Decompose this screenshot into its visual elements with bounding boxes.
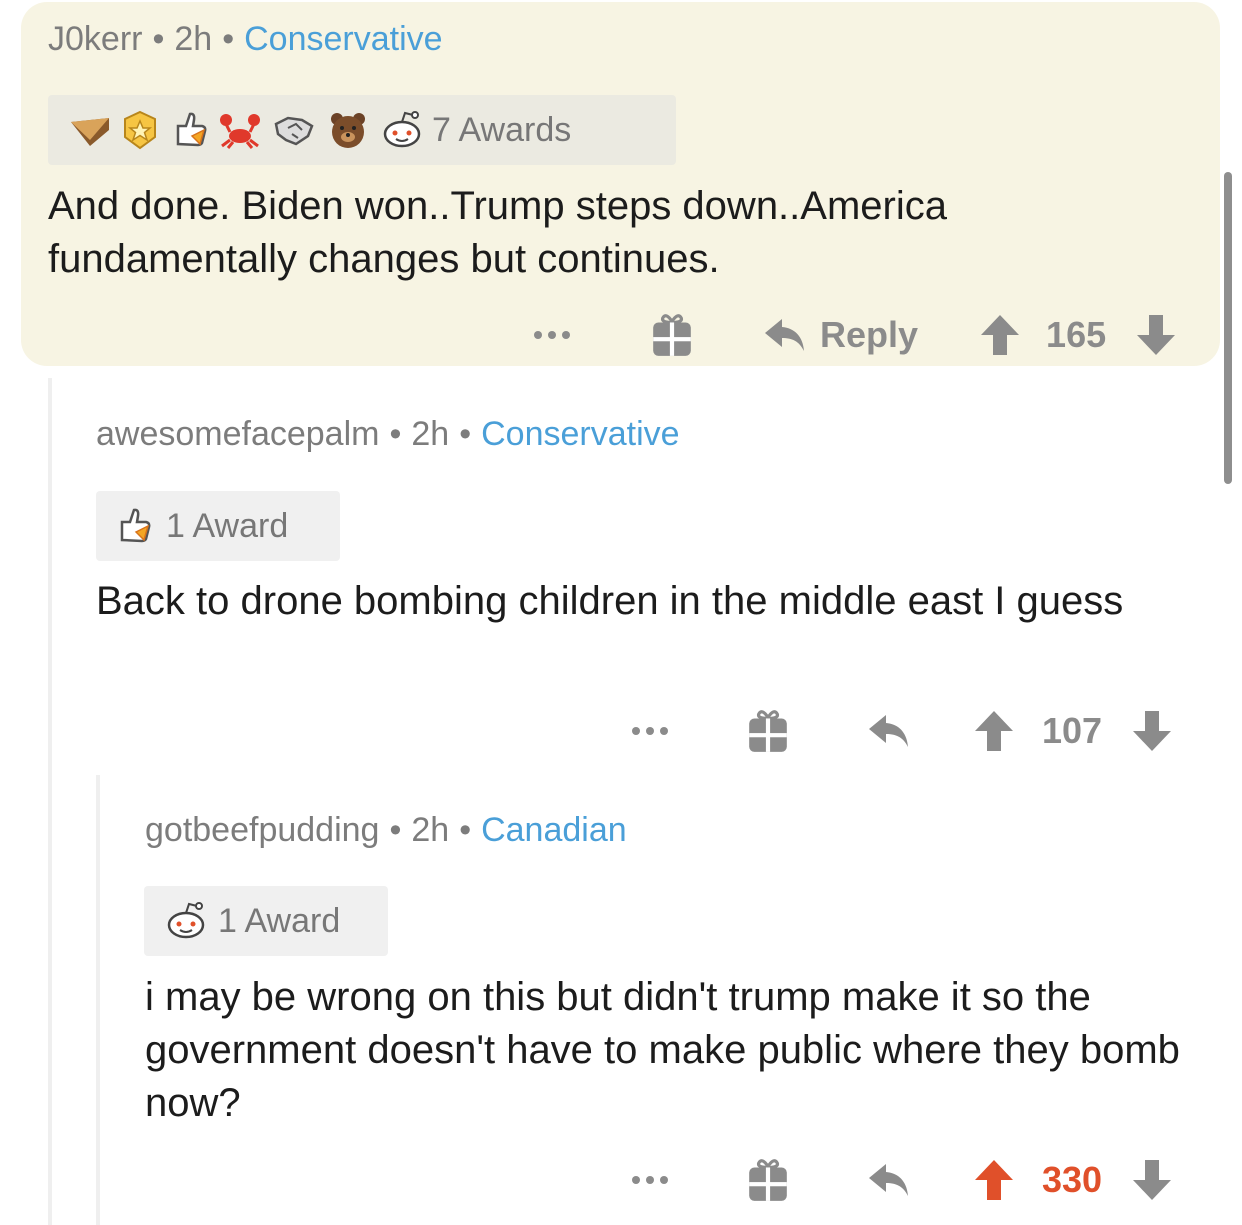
snoo-award-icon — [380, 110, 428, 150]
comment-1-actions: Reply 165 — [532, 310, 1176, 360]
comment-2-body: Back to drone bombing children in the mi… — [96, 579, 1124, 623]
comment-1-meta: J0kerr • 2h • Conservative — [48, 20, 443, 58]
comment-3-flair[interactable]: Canadian — [481, 811, 627, 849]
upvote-icon[interactable] — [974, 710, 1014, 752]
comment-1-score: 165 — [1046, 314, 1107, 355]
thread-line-level-1[interactable] — [48, 378, 52, 1225]
comment-2-awards-label: 1 Award — [166, 506, 289, 545]
more-options-icon[interactable] — [630, 1175, 670, 1185]
pie-award-icon — [66, 110, 114, 150]
give-award-icon[interactable] — [746, 1157, 790, 1203]
comment-2-score: 107 — [1042, 710, 1103, 751]
reply-button[interactable]: Reply — [762, 314, 918, 356]
comment-3-meta: gotbeefpudding • 2h • Canadian — [145, 811, 627, 849]
downvote-icon[interactable] — [1132, 1159, 1172, 1201]
downvote-icon[interactable] — [1136, 314, 1176, 356]
thumbs-up-rocket-award-icon — [170, 110, 214, 150]
comment-3-score: 330 — [1042, 1159, 1103, 1200]
scrollbar-thumb[interactable] — [1224, 172, 1232, 484]
comment-2-author[interactable]: awesomefacepalm — [96, 415, 379, 453]
upvote-icon[interactable] — [974, 1159, 1014, 1201]
comment-2-actions: 107 — [630, 706, 1172, 756]
comment-2-awards[interactable]: 1 Award — [96, 491, 340, 561]
comment-3-body: i may be wrong on this but didn't trump … — [145, 975, 1180, 1125]
reply-icon[interactable] — [866, 713, 910, 749]
comment-2-flair[interactable]: Conservative — [481, 415, 679, 453]
thread-line-level-2[interactable] — [96, 775, 100, 1225]
give-award-icon[interactable] — [650, 312, 694, 358]
comment-2-meta: awesomefacepalm • 2h • Conservative — [96, 415, 680, 453]
comment-1-age: 2h — [174, 20, 213, 58]
give-award-icon[interactable] — [746, 708, 790, 754]
comment-3-awards[interactable]: 1 Award — [144, 886, 388, 956]
gold-medal-award-icon — [120, 110, 164, 150]
thumbs-up-rocket-award-icon — [114, 506, 158, 546]
handshake-award-icon — [272, 110, 320, 150]
more-options-icon[interactable] — [532, 330, 572, 340]
comment-1-body: And done. Biden won..Trump steps down..A… — [48, 184, 947, 281]
more-options-icon[interactable] — [630, 726, 670, 736]
comment-3-age: 2h — [411, 811, 450, 849]
bear-award-icon — [328, 110, 372, 150]
snoo-award-icon — [162, 901, 210, 941]
comment-3-author[interactable]: gotbeefpudding — [145, 811, 379, 849]
crab-award-icon — [218, 110, 266, 150]
upvote-icon[interactable] — [980, 314, 1020, 356]
comment-3-awards-label: 1 Award — [218, 901, 341, 940]
reply-label: Reply — [820, 314, 919, 355]
comment-1-author[interactable]: J0kerr — [48, 20, 142, 58]
reply-icon — [762, 317, 806, 353]
comment-1-flair[interactable]: Conservative — [244, 20, 442, 58]
comment-1-awards[interactable]: 7 Awards — [48, 95, 676, 165]
downvote-icon[interactable] — [1132, 710, 1172, 752]
comment-1-awards-label: 7 Awards — [432, 110, 572, 149]
comment-2-age: 2h — [411, 415, 450, 453]
reply-icon[interactable] — [866, 1162, 910, 1198]
comment-3-actions: 330 — [630, 1155, 1172, 1205]
